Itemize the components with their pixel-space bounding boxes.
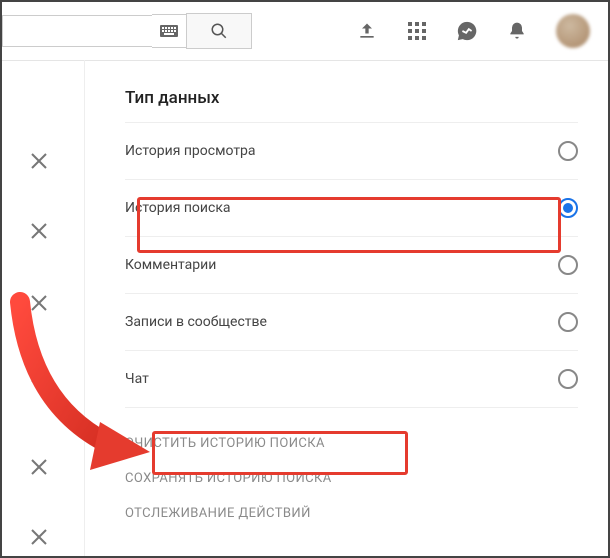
search-box — [2, 14, 252, 48]
close-icon[interactable] — [30, 152, 52, 174]
option-label: История поиска — [125, 200, 231, 216]
action-activity-tracking[interactable]: ОТСЛЕЖИВАНИЕ ДЕЙСТВИЙ — [125, 496, 578, 531]
option-watch-history[interactable]: История просмотра — [125, 122, 578, 179]
option-label: Комментарии — [125, 257, 216, 273]
avatar[interactable] — [556, 14, 590, 48]
radio-icon — [558, 255, 578, 275]
search-input[interactable] — [2, 15, 152, 47]
apps-grid-icon[interactable] — [406, 20, 428, 42]
bell-icon[interactable] — [506, 20, 528, 42]
radio-icon — [558, 369, 578, 389]
radio-icon — [558, 198, 578, 218]
option-community-posts[interactable]: Записи в сообществе — [125, 293, 578, 350]
close-icon[interactable] — [30, 458, 52, 480]
section-title: Тип данных — [125, 88, 578, 108]
option-label: Чат — [125, 371, 149, 387]
option-comments[interactable]: Комментарии — [125, 236, 578, 293]
action-clear-search-history[interactable]: ОЧИСТИТЬ ИСТОРИЮ ПОИСКА — [125, 426, 578, 461]
option-label: История просмотра — [125, 143, 256, 159]
radio-icon — [558, 141, 578, 161]
upload-icon[interactable] — [356, 20, 378, 42]
search-button[interactable] — [186, 13, 252, 49]
top-icon-bar — [356, 14, 608, 48]
option-label: Записи в сообществе — [125, 314, 267, 330]
keyboard-icon[interactable] — [152, 14, 186, 48]
window-frame: Тип данных История просмотра История пои… — [0, 0, 610, 558]
actions-block: ОЧИСТИТЬ ИСТОРИЮ ПОИСКА СОХРАНЯТЬ ИСТОРИ… — [125, 407, 578, 531]
action-save-search-history[interactable]: СОХРАНЯТЬ ИСТОРИЮ ПОИСКА — [125, 461, 578, 496]
radio-icon — [558, 312, 578, 332]
close-icon[interactable] — [30, 366, 52, 388]
settings-panel: Тип данных История просмотра История пои… — [84, 60, 608, 556]
close-icon[interactable] — [30, 222, 52, 244]
close-icon[interactable] — [30, 528, 52, 550]
left-column — [2, 60, 84, 556]
messages-icon[interactable] — [456, 20, 478, 42]
search-icon — [210, 22, 228, 40]
content-area: Тип данных История просмотра История пои… — [2, 60, 608, 556]
option-chat[interactable]: Чат — [125, 350, 578, 407]
top-bar — [2, 2, 608, 61]
option-search-history[interactable]: История поиска — [125, 179, 578, 236]
close-icon[interactable] — [30, 294, 52, 316]
